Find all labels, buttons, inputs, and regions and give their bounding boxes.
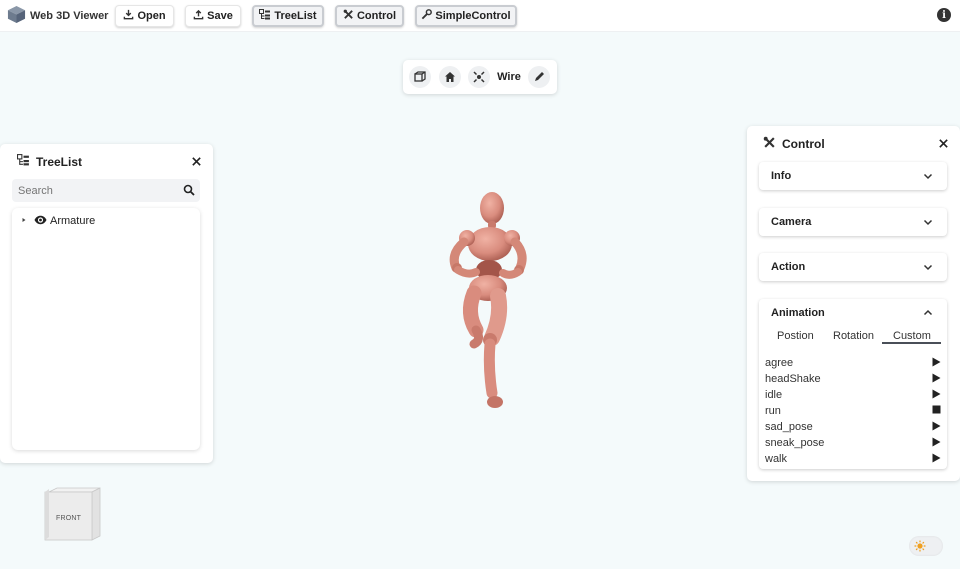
chevron-up-icon[interactable] <box>923 308 933 318</box>
animation-item-sneak-pose: sneak_pose <box>765 435 941 451</box>
tab-position[interactable]: Postion <box>777 330 814 342</box>
upload-icon <box>193 9 204 23</box>
search-input[interactable] <box>18 184 173 197</box>
accordion-action[interactable]: Action <box>759 253 947 281</box>
save-button-label: Save <box>207 10 233 22</box>
search-field <box>12 179 200 202</box>
wire-toggle-button[interactable]: Wire <box>496 66 522 88</box>
control-header: Control <box>763 136 825 152</box>
animation-item-idle: idle <box>765 387 941 403</box>
stop-icon[interactable] <box>932 405 941 417</box>
animation-name: idle <box>765 389 783 401</box>
sun-icon <box>914 540 926 555</box>
accordion-camera-label: Camera <box>771 216 812 228</box>
theme-toggle[interactable] <box>909 536 943 556</box>
animation-name: headShake <box>765 373 821 385</box>
animation-name: walk <box>765 453 788 465</box>
save-button[interactable]: Save <box>185 5 241 27</box>
cube-view-icon[interactable] <box>409 66 431 88</box>
control-toggle-button[interactable]: Control <box>335 5 404 27</box>
animation-name: sad_pose <box>765 421 813 433</box>
play-icon[interactable] <box>932 453 941 466</box>
accordion-info-label: Info <box>771 170 792 182</box>
open-button[interactable]: Open <box>115 5 174 27</box>
treelist-toggle-button[interactable]: TreeList <box>252 5 324 27</box>
play-icon[interactable] <box>932 437 941 450</box>
home-icon[interactable] <box>439 66 461 88</box>
view-cube-front-label: FRONT <box>56 515 82 522</box>
play-icon[interactable] <box>932 357 941 370</box>
animation-item-headshake: headShake <box>765 371 941 387</box>
control-title: Control <box>782 137 825 151</box>
tools-icon <box>343 9 354 23</box>
animation-name: sneak_pose <box>765 437 825 449</box>
app-title: Web 3D Viewer <box>30 10 109 22</box>
chevron-down-icon <box>923 171 933 181</box>
play-icon[interactable] <box>932 389 941 402</box>
viewport-toolbar: Wire <box>403 60 557 94</box>
animation-item-sad-pose: sad_pose <box>765 419 941 435</box>
tree-node-armature[interactable]: Armature <box>20 214 95 228</box>
tree-list <box>12 208 200 450</box>
accordion-animation-label[interactable]: Animation <box>771 307 825 319</box>
animation-item-run: run <box>765 403 941 419</box>
info-icon[interactable]: i <box>937 8 951 22</box>
simplecontrol-toggle-button[interactable]: SimpleControl <box>415 5 517 27</box>
close-icon[interactable] <box>191 156 203 168</box>
animation-name: agree <box>765 357 794 369</box>
app-brand: Web 3D Viewer <box>7 5 109 27</box>
chevron-down-icon <box>923 262 933 272</box>
animation-item-agree: agree <box>765 355 941 371</box>
control-button-label: Control <box>356 10 397 22</box>
treelist-header: TreeList <box>17 154 82 169</box>
accordion-action-label: Action <box>771 261 806 273</box>
play-icon[interactable] <box>932 373 941 386</box>
fit-view-icon[interactable] <box>468 66 490 88</box>
tree-icon <box>17 154 30 169</box>
simplecontrol-button-label: SimpleControl <box>435 10 511 22</box>
animation-name: run <box>765 405 781 417</box>
chevron-down-icon <box>923 217 933 227</box>
view-cube[interactable]: FRONT <box>44 486 104 542</box>
treelist-title: TreeList <box>36 154 83 169</box>
tab-custom[interactable]: Custom <box>893 330 931 342</box>
eye-icon[interactable] <box>34 215 47 228</box>
animation-item-walk: walk <box>765 451 941 467</box>
expand-caret-icon[interactable] <box>20 215 28 227</box>
mannequin-model[interactable] <box>440 188 532 414</box>
tab-rotation[interactable]: Rotation <box>833 330 874 342</box>
measure-pencil-icon[interactable] <box>528 66 550 88</box>
top-toolbar: Web 3D Viewer Open Save TreeList Control… <box>0 0 960 32</box>
tree-node-label: Armature <box>50 215 96 227</box>
open-button-label: Open <box>137 10 166 22</box>
download-icon <box>123 9 134 23</box>
close-icon[interactable] <box>938 138 950 150</box>
search-icon[interactable] <box>183 184 195 199</box>
tools-icon <box>763 136 776 152</box>
wrench-icon <box>421 9 433 23</box>
cube-logo-icon <box>7 5 26 27</box>
treelist-button-label: TreeList <box>274 10 317 22</box>
active-tab-indicator <box>882 342 941 344</box>
accordion-camera[interactable]: Camera <box>759 208 947 236</box>
accordion-info[interactable]: Info <box>759 162 947 190</box>
play-icon[interactable] <box>932 421 941 434</box>
tree-icon <box>259 9 271 23</box>
